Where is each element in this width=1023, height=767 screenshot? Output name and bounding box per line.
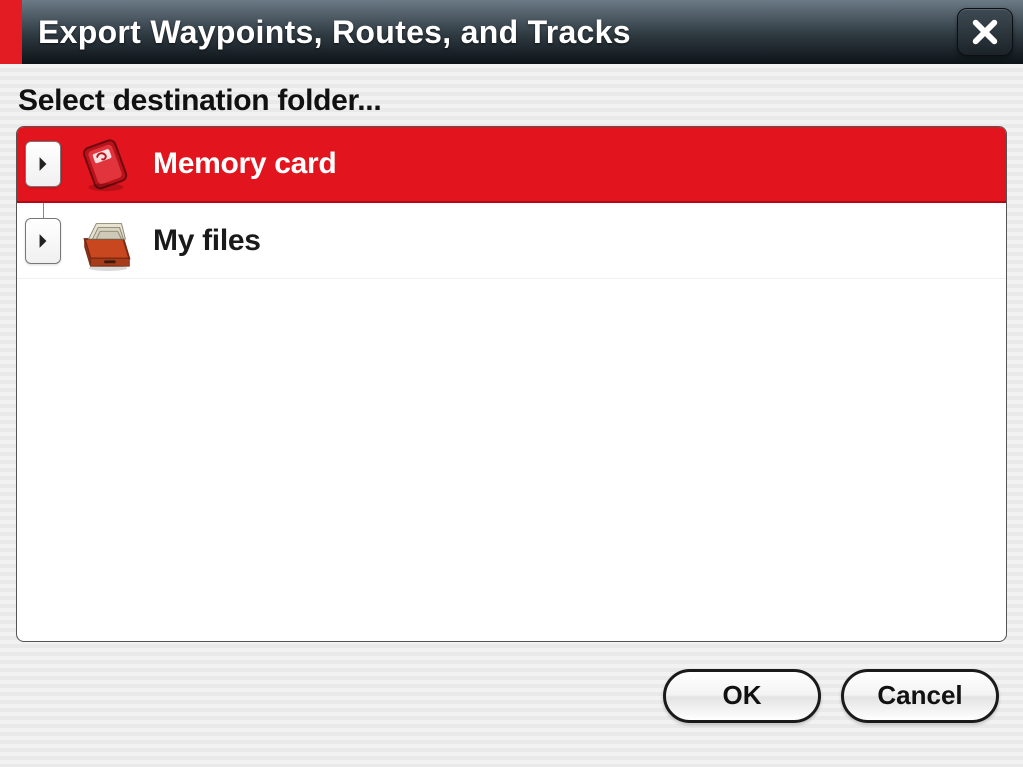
expand-button[interactable] bbox=[25, 141, 61, 187]
folder-list-panel: Memory card My files bbox=[16, 126, 1007, 642]
title-accent bbox=[0, 0, 22, 64]
dialog-title: Export Waypoints, Routes, and Tracks bbox=[22, 0, 957, 64]
expand-button[interactable] bbox=[25, 218, 61, 264]
close-icon bbox=[971, 18, 999, 46]
folder-item-my-files[interactable]: My files bbox=[17, 203, 1006, 279]
ok-button[interactable]: OK bbox=[663, 669, 821, 723]
file-drawer-icon bbox=[73, 208, 139, 274]
folder-item-label: My files bbox=[153, 224, 261, 258]
folder-item-label: Memory card bbox=[153, 147, 336, 181]
select-destination-label: Select destination folder... bbox=[0, 64, 1023, 126]
close-button[interactable] bbox=[957, 8, 1013, 56]
folder-item-memory-card[interactable]: Memory card bbox=[17, 127, 1006, 203]
dialog-footer: OK Cancel bbox=[0, 642, 1023, 767]
titlebar: Export Waypoints, Routes, and Tracks bbox=[0, 0, 1023, 64]
chevron-right-icon bbox=[37, 156, 49, 172]
cancel-button[interactable]: Cancel bbox=[841, 669, 999, 723]
chevron-right-icon bbox=[37, 233, 49, 249]
memory-card-icon bbox=[73, 131, 139, 197]
